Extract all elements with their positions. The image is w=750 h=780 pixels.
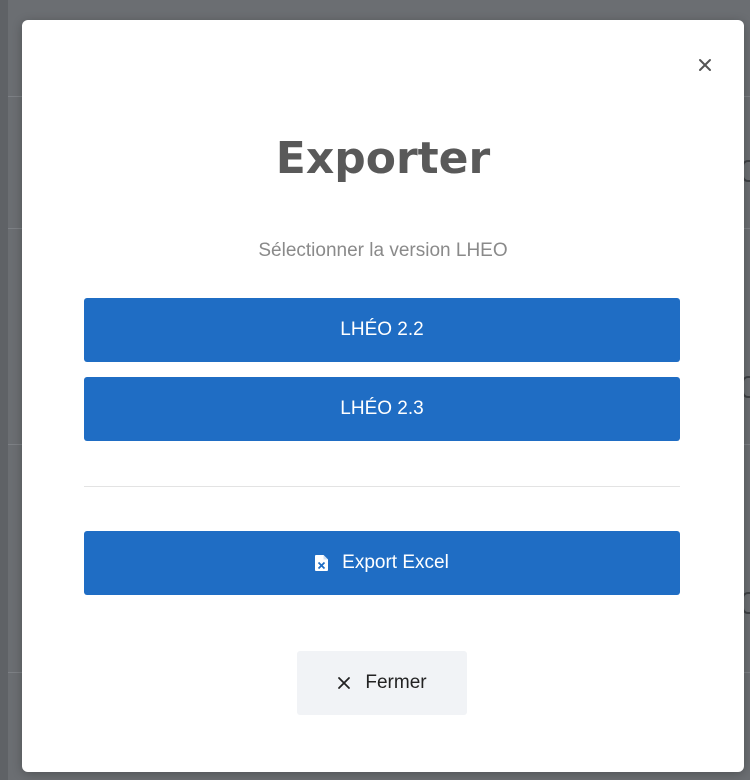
export-excel-button[interactable]: Export Excel (84, 531, 680, 595)
lheo-23-button-label: LHÉO 2.3 (340, 398, 424, 419)
close-button-label: Fermer (365, 672, 427, 693)
lheo-23-button[interactable]: LHÉO 2.3 (84, 377, 680, 441)
close-icon (337, 676, 351, 690)
export-modal: Exporter Sélectionner la version LHEO LH… (22, 20, 744, 772)
lheo-22-button-label: LHÉO 2.2 (340, 319, 424, 340)
export-excel-button-label: Export Excel (342, 552, 449, 573)
close-icon[interactable] (694, 54, 716, 76)
divider (84, 486, 680, 487)
modal-subtitle: Sélectionner la version LHEO (258, 240, 508, 261)
lheo-22-button[interactable]: LHÉO 2.2 (84, 298, 680, 362)
modal-title: Exporter (275, 133, 491, 184)
close-button[interactable]: Fermer (297, 651, 467, 715)
file-excel-icon (315, 555, 329, 571)
